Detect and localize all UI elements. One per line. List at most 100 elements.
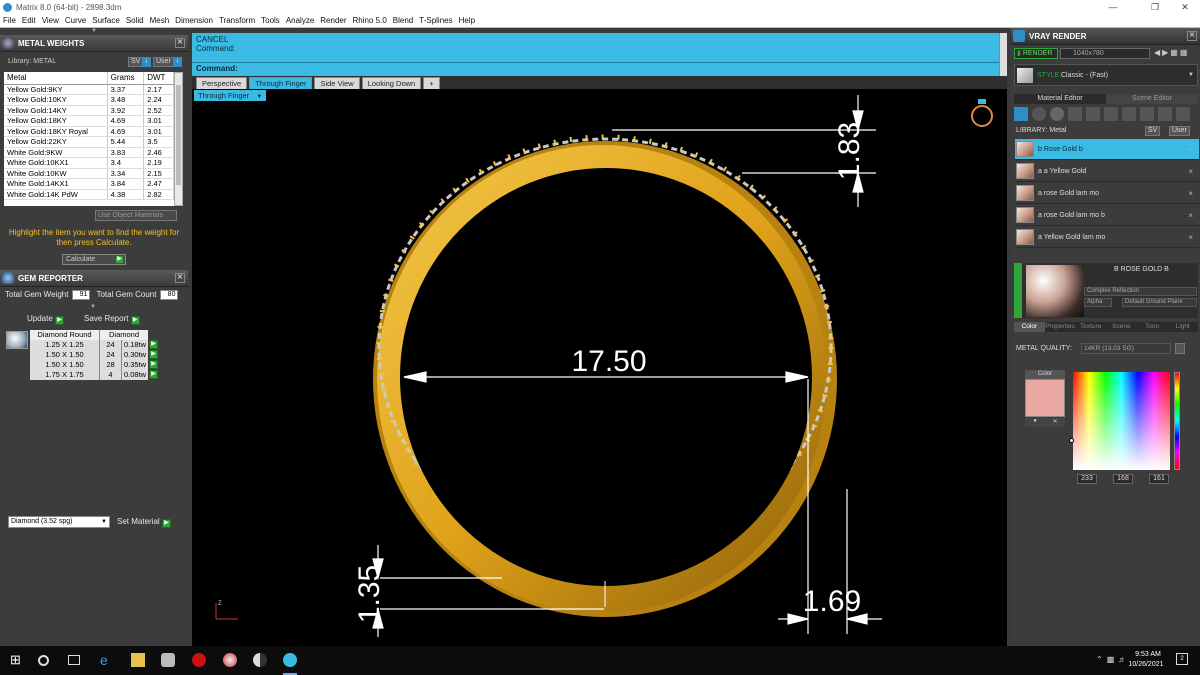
subtab-toon[interactable]: Toon — [1137, 322, 1168, 332]
vray-user-button[interactable]: User — [1169, 126, 1190, 136]
expand-arrow-icon[interactable]: ▼ — [90, 304, 96, 310]
menu-blend[interactable]: Blend — [390, 16, 416, 25]
remove-material-icon[interactable]: × — [1188, 233, 1193, 242]
tab-scene-editor[interactable]: Scene Editor — [1106, 94, 1198, 104]
tool-icon-2[interactable] — [1032, 107, 1046, 121]
save-report-button[interactable]: Save Report ▶ — [84, 314, 140, 325]
material-list-item[interactable]: a Yellow Gold lam mo × — [1015, 227, 1199, 248]
tab-through-finger[interactable]: Through Finger — [249, 77, 313, 89]
tool-icon-1[interactable] — [1014, 107, 1028, 121]
metal-col-header[interactable]: DWT — [143, 72, 174, 85]
preview-toggle[interactable] — [1014, 263, 1022, 318]
maximize-icon[interactable]: ❐ — [1140, 0, 1170, 14]
vray-sv-button[interactable]: SV — [1145, 126, 1161, 136]
app-icon-1[interactable] — [161, 653, 175, 667]
tool-icon-3[interactable] — [1050, 107, 1064, 121]
gem-row[interactable]: 1.25 X 1.25 24 0.18tw ▶ — [30, 340, 158, 350]
metal-row[interactable]: Yellow Gold:10KY 3.48 2.24 — [4, 94, 174, 106]
rgb-g[interactable]: 168 — [1113, 474, 1133, 484]
metal-quality-select[interactable]: 14KR (13.03 SG) — [1081, 343, 1171, 354]
menu-edit[interactable]: Edit — [19, 16, 39, 25]
viewport-through-finger[interactable]: Through Finger ▼ 17.50 1.83 1.35 1.69 Z — [192, 89, 1007, 646]
hue-slider[interactable] — [1174, 372, 1180, 470]
app-icon-3[interactable] — [223, 653, 237, 667]
info-icon-2[interactable]: i — [173, 57, 182, 67]
metal-row[interactable]: White Gold:9KW 3.83 2.46 — [4, 147, 174, 158]
subtab-texture[interactable]: Texture — [1075, 322, 1106, 332]
metal-quality-button[interactable] — [1175, 343, 1185, 354]
tab-perspective[interactable]: Perspective — [196, 77, 248, 89]
metal-row[interactable]: Yellow Gold:18KY Royal 4.69 3.01 — [4, 126, 174, 137]
metal-table-scrollbar[interactable] — [174, 72, 183, 206]
render-button[interactable]: ▮ RENDER — [1014, 48, 1058, 59]
gem-material-select[interactable]: Diamond (3.52 spg) ▼ — [8, 516, 110, 528]
panel-close-icon[interactable]: ✕ — [175, 38, 185, 48]
tool-icon-5[interactable] — [1086, 107, 1100, 121]
gem-row-go-icon[interactable]: ▶ — [149, 340, 158, 349]
tool-icon-8[interactable] — [1140, 107, 1154, 121]
command-input[interactable]: Command: — [192, 62, 999, 74]
set-material-button[interactable]: Set Material ▶ — [117, 517, 171, 528]
ring-gizmo-icon[interactable] — [971, 99, 993, 127]
menu-curve[interactable]: Curve — [62, 16, 89, 25]
info-icon[interactable]: i — [142, 57, 151, 67]
picker-cursor[interactable] — [1069, 438, 1074, 443]
use-object-materials-checkbox[interactable]: Use Object Materials — [95, 210, 177, 221]
subtab-scene[interactable]: Scene — [1106, 322, 1137, 332]
swatch-clear-icon[interactable]: ✕ — [1045, 418, 1065, 427]
calculate-button[interactable]: Calculate ▶ — [62, 254, 126, 265]
save-report-go-icon[interactable]: ▶ — [130, 316, 140, 325]
subtab-color[interactable]: Color — [1014, 322, 1045, 332]
update-button[interactable]: Update ▶ — [27, 314, 65, 325]
material-list-item[interactable]: a a Yellow Gold × — [1015, 161, 1199, 182]
notifications-icon[interactable]: 2 — [1176, 653, 1188, 665]
metal-row[interactable]: Yellow Gold:9KY 3.37 2.17 — [4, 84, 174, 95]
subtab-light[interactable]: Light — [1167, 322, 1198, 332]
menu-t-splines[interactable]: T-Splines — [416, 16, 455, 25]
metal-row[interactable]: Yellow Gold:18KY 4.69 3.01 — [4, 115, 174, 127]
menu-dimension[interactable]: Dimension — [172, 16, 216, 25]
panel-close-icon-2[interactable]: ✕ — [175, 273, 185, 283]
tool-icon-6[interactable] — [1104, 107, 1118, 121]
remove-material-icon[interactable]: × — [1188, 211, 1193, 220]
tool-icon-4[interactable] — [1068, 107, 1082, 121]
task-view-icon[interactable] — [68, 655, 80, 665]
app-icon-2[interactable] — [192, 653, 206, 667]
diamond-thumbnail[interactable] — [6, 331, 28, 349]
set-material-go-icon[interactable]: ▶ — [161, 519, 171, 528]
matrix-taskbar-icon[interactable] — [283, 653, 297, 667]
subtab-properties[interactable]: Properties — [1045, 322, 1076, 332]
tool-icon-10[interactable] — [1176, 107, 1190, 121]
clock-date[interactable]: 10/26/2021 — [1124, 661, 1168, 668]
tab-material-editor[interactable]: Material Editor — [1014, 94, 1106, 104]
edge-icon[interactable]: e — [100, 653, 114, 667]
gem-row-go-icon[interactable]: ▶ — [149, 370, 158, 379]
color-swatch[interactable] — [1025, 379, 1065, 417]
menu-file[interactable]: File — [0, 16, 19, 25]
command-scrollbar[interactable] — [999, 33, 1007, 76]
menu-help[interactable]: Help — [456, 16, 478, 25]
rgb-b[interactable]: 161 — [1149, 474, 1169, 484]
material-list-item[interactable]: b Rose Gold b – — [1015, 139, 1199, 160]
metal-row[interactable]: White Gold:14KX1 3.84 2.47 — [4, 178, 174, 190]
material-list-item[interactable]: a rose Gold lam mo b × — [1015, 205, 1199, 226]
style-select[interactable]: STYLE Classic - (Fast) ▼ — [1014, 64, 1198, 86]
vray-close-icon[interactable]: ✕ — [1187, 31, 1197, 41]
gem-row[interactable]: 1.75 X 1.75 4 0.08tw ▶ — [30, 370, 158, 380]
menu-view[interactable]: View — [39, 16, 62, 25]
color-picker[interactable] — [1069, 372, 1170, 470]
menu-analyze[interactable]: Analyze — [283, 16, 317, 25]
menu-render[interactable]: Render — [317, 16, 349, 25]
file-explorer-icon[interactable] — [131, 653, 145, 667]
minimize-icon[interactable]: — — [1098, 0, 1128, 14]
menu-mesh[interactable]: Mesh — [147, 16, 173, 25]
menu-transform[interactable]: Transform — [216, 16, 258, 25]
metal-row[interactable]: White Gold:10KW 3.34 2.15 — [4, 168, 174, 179]
menu-rhino-5-0[interactable]: Rhino 5.0 — [350, 16, 390, 25]
windows-start-icon[interactable]: ⊞ — [10, 653, 24, 667]
swatch-pick-icon[interactable]: ● — [1025, 418, 1045, 427]
tool-icon-7[interactable] — [1122, 107, 1136, 121]
tab-add-button[interactable]: + — [423, 77, 440, 89]
rgb-r[interactable]: 233 — [1077, 474, 1097, 484]
collapse-arrow-icon[interactable]: ▼ — [88, 28, 100, 34]
